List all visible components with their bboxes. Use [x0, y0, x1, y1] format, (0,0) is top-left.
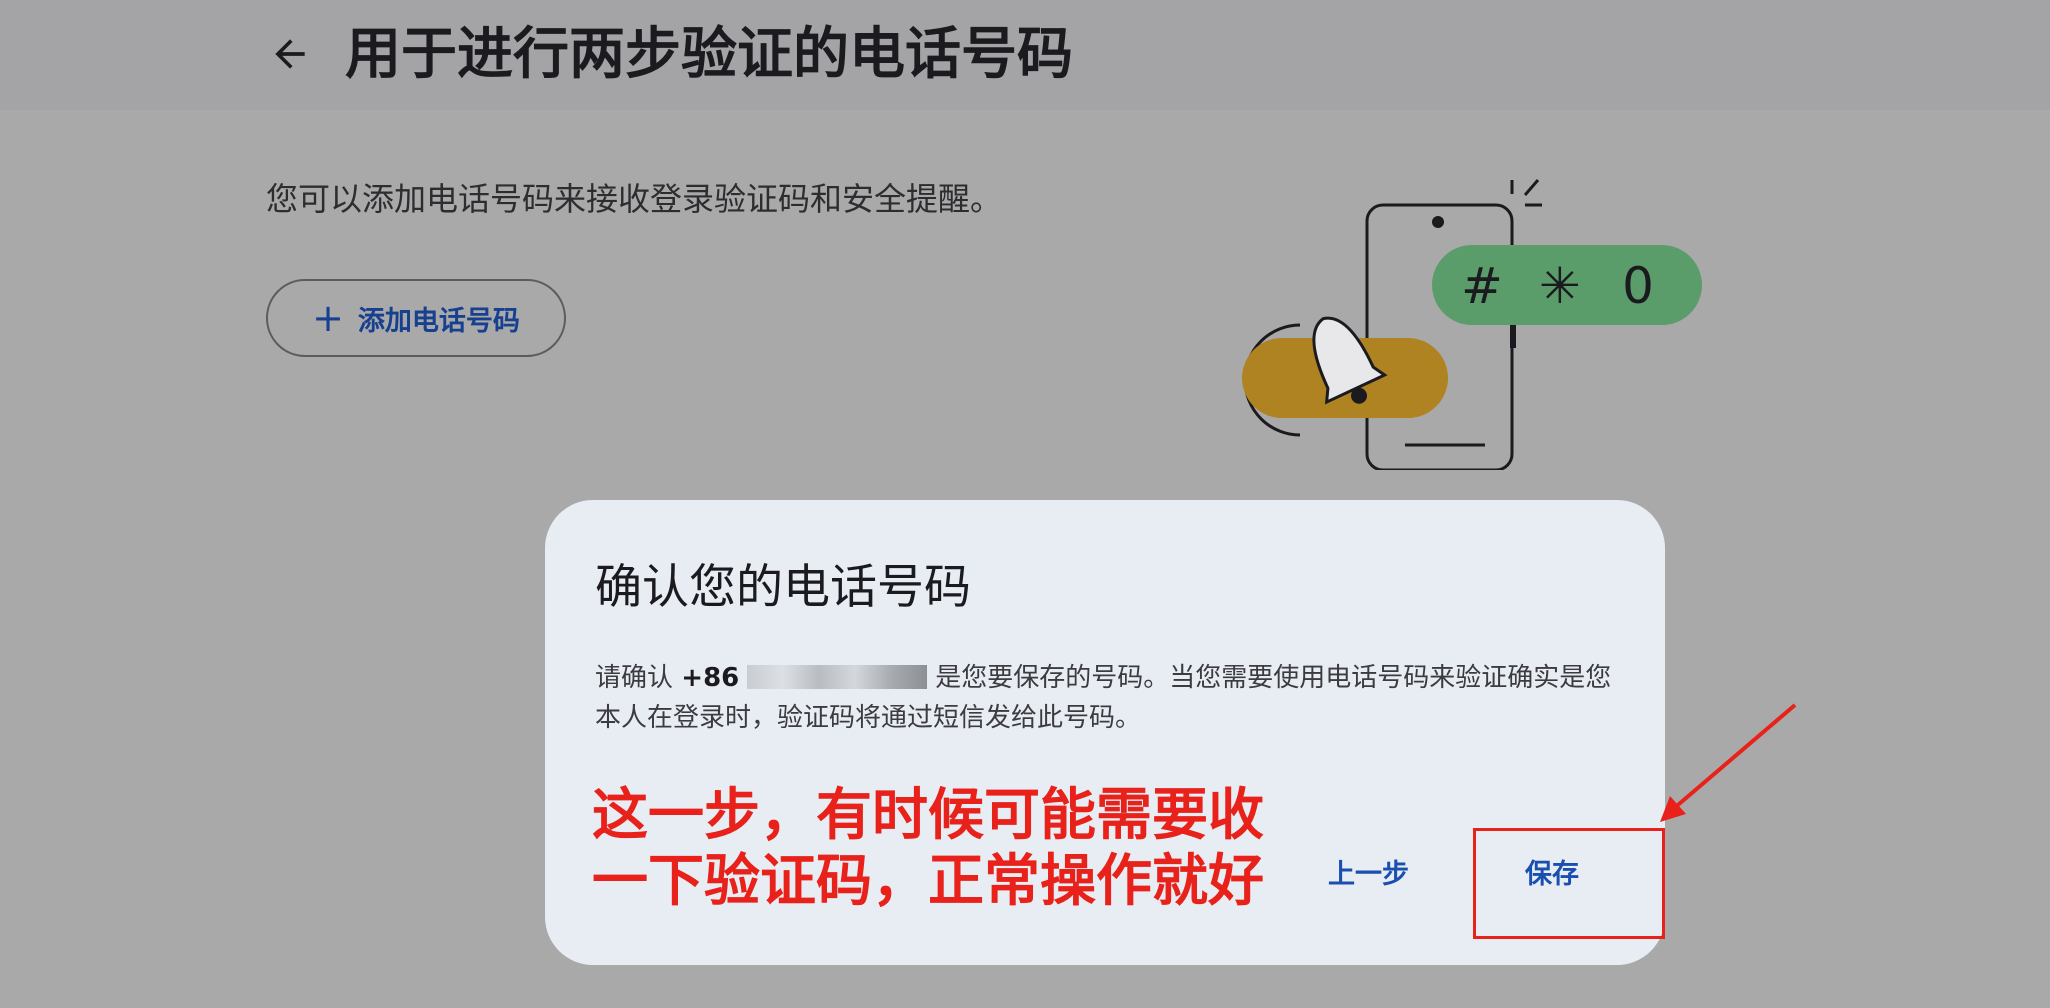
- annotation-text: 这一步，有时候可能需要收 一下验证码，正常操作就好: [592, 783, 1292, 915]
- redacted-phone-number: [747, 665, 928, 689]
- top-app-bar: 用于进行两步验证的电话号码: [0, 0, 2050, 110]
- intro-text: 您可以添加电话号码来接收登录验证码和安全提醒。: [266, 180, 1003, 218]
- save-highlight-box: [1473, 828, 1665, 939]
- previous-button[interactable]: 上一步: [1328, 852, 1409, 891]
- page-title: 用于进行两步验证的电话号码: [345, 22, 1073, 87]
- code-hash-glyph: #: [1461, 257, 1503, 315]
- annotation-line-2: 一下验证码，正常操作就好: [592, 849, 1264, 914]
- plus-icon: +: [312, 296, 344, 340]
- code-zero-glyph: 0: [1622, 257, 1654, 315]
- dialog-body-prefix: 请确认: [595, 663, 674, 693]
- pointer-arrow-icon: [1660, 703, 1797, 822]
- back-arrow-icon[interactable]: [268, 32, 312, 76]
- phone-illustration: # ✳ 0: [1242, 179, 1702, 470]
- code-asterisk-glyph: ✳: [1539, 257, 1581, 315]
- annotation-line-1: 这一步，有时候可能需要收: [592, 783, 1264, 848]
- add-phone-button[interactable]: + 添加电话号码: [266, 279, 566, 357]
- phone-country-code: +86: [681, 663, 740, 693]
- dialog-title: 确认您的电话号码: [595, 560, 971, 615]
- add-phone-label: 添加电话号码: [357, 305, 520, 337]
- dialog-body: 请确认 +86 是您要保存的号码。当您需要使用电话号码来验证确实是您本人在登录时，…: [595, 658, 1625, 738]
